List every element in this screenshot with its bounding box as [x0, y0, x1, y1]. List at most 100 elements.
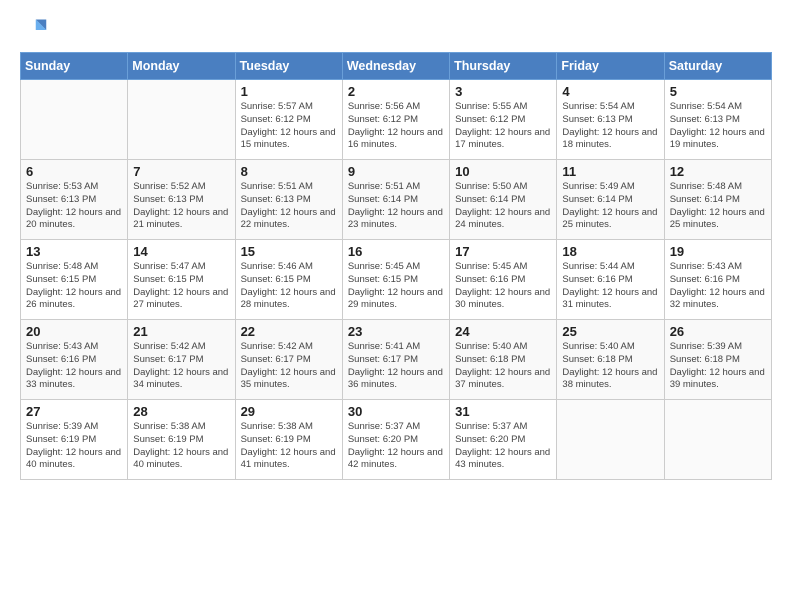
day-number: 26 [670, 324, 766, 339]
week-row-1: 1 Sunrise: 5:57 AM Sunset: 6:12 PM Daylig… [21, 80, 772, 160]
day-header-wednesday: Wednesday [342, 53, 449, 80]
day-info: Sunrise: 5:57 AM Sunset: 6:12 PM Dayligh… [241, 101, 337, 152]
calendar-table: SundayMondayTuesdayWednesdayThursdayFrid… [20, 52, 772, 480]
calendar-cell: 4Sunrise: 5:54 AM Sunset: 6:13 PM Daylig… [557, 80, 664, 160]
day-header-sunday: Sunday [21, 53, 128, 80]
day-number: 20 [26, 324, 122, 339]
day-number: 30 [348, 404, 444, 419]
day-number: 7 [133, 164, 229, 179]
day-info: Sunrise: 5:44 AM Sunset: 6:16 PM Dayligh… [562, 261, 658, 312]
day-number: 18 [562, 244, 658, 259]
calendar-cell: 30 Sunrise: 5:37 AM Sunset: 6:20 PM Dayli… [342, 400, 449, 480]
day-info: Sunrise: 5:51 AM Sunset: 6:13 PM Dayligh… [241, 181, 337, 232]
calendar-cell: 29 Sunrise: 5:38 AM Sunset: 6:19 PM Dayli… [235, 400, 342, 480]
calendar-cell: 16Sunrise: 5:45 AM Sunset: 6:15 PM Dayli… [342, 240, 449, 320]
calendar-cell: 10Sunrise: 5:50 AM Sunset: 6:14 PM Dayli… [450, 160, 557, 240]
day-number: 1 [241, 84, 337, 99]
day-number: 19 [670, 244, 766, 259]
calendar-cell: 23 Sunrise: 5:41 AM Sunset: 6:17 PM Dayli… [342, 320, 449, 400]
days-header-row: SundayMondayTuesdayWednesdayThursdayFrid… [21, 53, 772, 80]
week-row-4: 20Sunrise: 5:43 AM Sunset: 6:16 PM Dayli… [21, 320, 772, 400]
day-number: 3 [455, 84, 551, 99]
day-number: 28 [133, 404, 229, 419]
calendar-cell: 2Sunrise: 5:56 AM Sunset: 6:12 PM Daylig… [342, 80, 449, 160]
day-info: Sunrise: 5:39 AM Sunset: 6:19 PM Dayligh… [26, 421, 122, 472]
day-info: Sunrise: 5:38 AM Sunset: 6:19 PM Dayligh… [133, 421, 229, 472]
calendar-cell: 3 Sunrise: 5:55 AM Sunset: 6:12 PM Daylig… [450, 80, 557, 160]
calendar-cell: 14Sunrise: 5:47 AM Sunset: 6:15 PM Dayli… [128, 240, 235, 320]
calendar-cell: 31 Sunrise: 5:37 AM Sunset: 6:20 PM Dayli… [450, 400, 557, 480]
calendar-cell: 24 Sunrise: 5:40 AM Sunset: 6:18 PM Dayli… [450, 320, 557, 400]
day-number: 17 [455, 244, 551, 259]
calendar-cell [557, 400, 664, 480]
day-header-friday: Friday [557, 53, 664, 80]
calendar-cell: 1 Sunrise: 5:57 AM Sunset: 6:12 PM Daylig… [235, 80, 342, 160]
day-number: 8 [241, 164, 337, 179]
day-info: Sunrise: 5:38 AM Sunset: 6:19 PM Dayligh… [241, 421, 337, 472]
day-number: 9 [348, 164, 444, 179]
day-number: 4 [562, 84, 658, 99]
calendar-cell: 8 Sunrise: 5:51 AM Sunset: 6:13 PM Daylig… [235, 160, 342, 240]
day-number: 22 [241, 324, 337, 339]
page: SundayMondayTuesdayWednesdayThursdayFrid… [0, 0, 792, 612]
day-info: Sunrise: 5:42 AM Sunset: 6:17 PM Dayligh… [133, 341, 229, 392]
day-header-thursday: Thursday [450, 53, 557, 80]
day-info: Sunrise: 5:55 AM Sunset: 6:12 PM Dayligh… [455, 101, 551, 152]
day-info: Sunrise: 5:49 AM Sunset: 6:14 PM Dayligh… [562, 181, 658, 232]
day-number: 2 [348, 84, 444, 99]
calendar-cell: 15Sunrise: 5:46 AM Sunset: 6:15 PM Dayli… [235, 240, 342, 320]
day-number: 13 [26, 244, 122, 259]
week-row-5: 27 Sunrise: 5:39 AM Sunset: 6:19 PM Dayli… [21, 400, 772, 480]
calendar-cell: 5 Sunrise: 5:54 AM Sunset: 6:13 PM Daylig… [664, 80, 771, 160]
calendar-cell [128, 80, 235, 160]
week-row-2: 6Sunrise: 5:53 AM Sunset: 6:13 PM Daylig… [21, 160, 772, 240]
day-info: Sunrise: 5:51 AM Sunset: 6:14 PM Dayligh… [348, 181, 444, 232]
day-info: Sunrise: 5:40 AM Sunset: 6:18 PM Dayligh… [562, 341, 658, 392]
day-number: 29 [241, 404, 337, 419]
day-info: Sunrise: 5:45 AM Sunset: 6:16 PM Dayligh… [455, 261, 551, 312]
day-info: Sunrise: 5:48 AM Sunset: 6:15 PM Dayligh… [26, 261, 122, 312]
day-info: Sunrise: 5:45 AM Sunset: 6:15 PM Dayligh… [348, 261, 444, 312]
day-info: Sunrise: 5:54 AM Sunset: 6:13 PM Dayligh… [670, 101, 766, 152]
day-info: Sunrise: 5:53 AM Sunset: 6:13 PM Dayligh… [26, 181, 122, 232]
calendar-cell: 22 Sunrise: 5:42 AM Sunset: 6:17 PM Dayli… [235, 320, 342, 400]
calendar-cell: 12Sunrise: 5:48 AM Sunset: 6:14 PM Dayli… [664, 160, 771, 240]
header [20, 16, 772, 44]
day-header-tuesday: Tuesday [235, 53, 342, 80]
day-number: 21 [133, 324, 229, 339]
calendar-cell [664, 400, 771, 480]
day-number: 11 [562, 164, 658, 179]
day-info: Sunrise: 5:48 AM Sunset: 6:14 PM Dayligh… [670, 181, 766, 232]
day-number: 24 [455, 324, 551, 339]
day-number: 5 [670, 84, 766, 99]
day-number: 15 [241, 244, 337, 259]
calendar-cell: 9 Sunrise: 5:51 AM Sunset: 6:14 PM Daylig… [342, 160, 449, 240]
calendar-cell: 17 Sunrise: 5:45 AM Sunset: 6:16 PM Dayli… [450, 240, 557, 320]
calendar-cell: 7 Sunrise: 5:52 AM Sunset: 6:13 PM Daylig… [128, 160, 235, 240]
day-info: Sunrise: 5:42 AM Sunset: 6:17 PM Dayligh… [241, 341, 337, 392]
day-info: Sunrise: 5:37 AM Sunset: 6:20 PM Dayligh… [348, 421, 444, 472]
day-number: 27 [26, 404, 122, 419]
calendar-cell: 20Sunrise: 5:43 AM Sunset: 6:16 PM Dayli… [21, 320, 128, 400]
week-row-3: 13 Sunrise: 5:48 AM Sunset: 6:15 PM Dayli… [21, 240, 772, 320]
day-info: Sunrise: 5:52 AM Sunset: 6:13 PM Dayligh… [133, 181, 229, 232]
day-number: 23 [348, 324, 444, 339]
day-info: Sunrise: 5:41 AM Sunset: 6:17 PM Dayligh… [348, 341, 444, 392]
day-info: Sunrise: 5:37 AM Sunset: 6:20 PM Dayligh… [455, 421, 551, 472]
day-number: 31 [455, 404, 551, 419]
calendar-cell: 19 Sunrise: 5:43 AM Sunset: 6:16 PM Dayli… [664, 240, 771, 320]
day-info: Sunrise: 5:43 AM Sunset: 6:16 PM Dayligh… [670, 261, 766, 312]
calendar-cell: 27 Sunrise: 5:39 AM Sunset: 6:19 PM Dayli… [21, 400, 128, 480]
day-info: Sunrise: 5:40 AM Sunset: 6:18 PM Dayligh… [455, 341, 551, 392]
day-info: Sunrise: 5:39 AM Sunset: 6:18 PM Dayligh… [670, 341, 766, 392]
logo [20, 16, 52, 44]
calendar-cell: 6Sunrise: 5:53 AM Sunset: 6:13 PM Daylig… [21, 160, 128, 240]
calendar-cell: 18 Sunrise: 5:44 AM Sunset: 6:16 PM Dayli… [557, 240, 664, 320]
calendar-cell: 21 Sunrise: 5:42 AM Sunset: 6:17 PM Dayli… [128, 320, 235, 400]
logo-icon [20, 16, 48, 44]
day-number: 14 [133, 244, 229, 259]
calendar-cell: 25 Sunrise: 5:40 AM Sunset: 6:18 PM Dayli… [557, 320, 664, 400]
calendar-cell: 28 Sunrise: 5:38 AM Sunset: 6:19 PM Dayli… [128, 400, 235, 480]
day-header-saturday: Saturday [664, 53, 771, 80]
day-number: 25 [562, 324, 658, 339]
